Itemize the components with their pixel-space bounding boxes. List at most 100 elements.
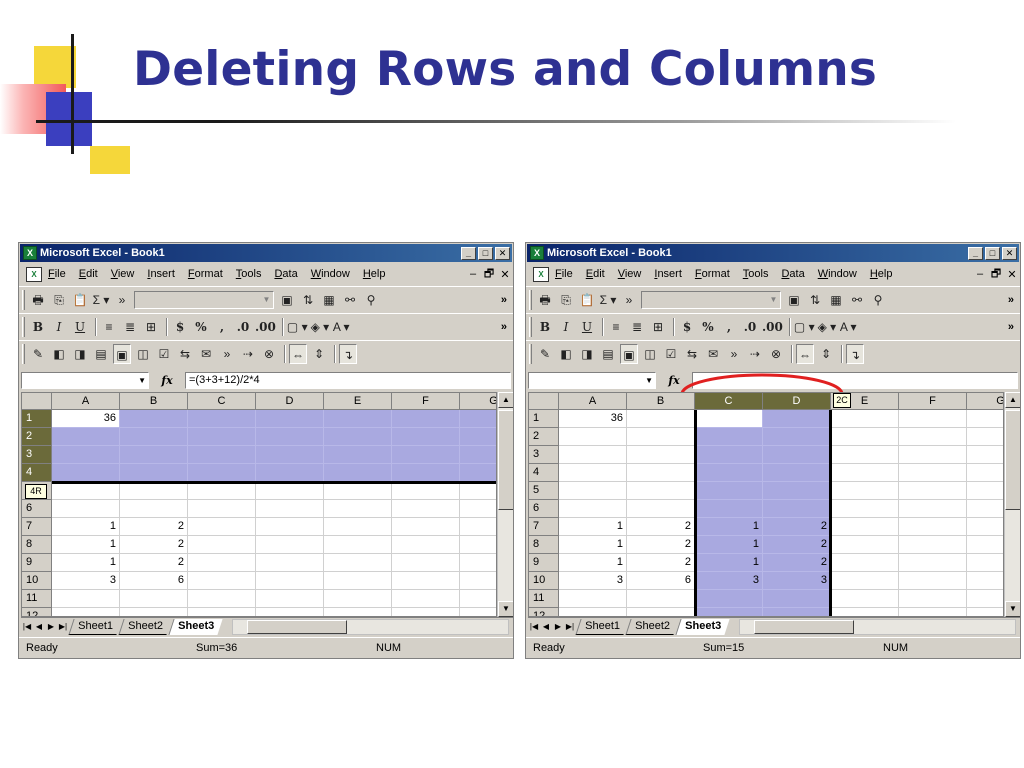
print-icon[interactable]: 🖶 [29, 290, 47, 310]
cell-g1[interactable] [460, 410, 496, 428]
cell-b1[interactable] [120, 410, 188, 428]
minimize-icon[interactable]: _ [461, 246, 476, 260]
cell-e11[interactable] [324, 590, 392, 608]
column-header-b[interactable]: B [627, 393, 695, 410]
align-center-icon[interactable]: ≣ [121, 317, 139, 337]
close-icon[interactable]: ✕ [1002, 246, 1017, 260]
chevron-down-icon[interactable]: ▼ [138, 373, 146, 388]
cell-a1[interactable]: 36 [52, 410, 120, 428]
row-header-8[interactable]: 8 [22, 536, 52, 554]
cell-a10[interactable]: 3 [559, 572, 627, 590]
row-header-9[interactable]: 9 [529, 554, 559, 572]
select-all-corner[interactable] [22, 393, 52, 410]
column-width-icon[interactable]: ⇕ [817, 344, 835, 364]
row-header-3[interactable]: 3 [22, 446, 52, 464]
cell-b2[interactable] [627, 428, 695, 446]
cell-b8[interactable]: 2 [120, 536, 188, 554]
cell-c1[interactable] [695, 410, 763, 428]
maximize-icon[interactable]: □ [478, 246, 493, 260]
cell-a7[interactable]: 1 [52, 518, 120, 536]
align-left-icon[interactable]: ≡ [607, 317, 625, 337]
cell-a5[interactable] [559, 482, 627, 500]
menu-view[interactable]: View [618, 268, 642, 280]
cell-e4[interactable] [324, 464, 392, 482]
cell-d12[interactable] [763, 608, 831, 616]
cell-f8[interactable] [392, 536, 460, 554]
prev-comment-icon[interactable]: ◧ [50, 344, 68, 364]
cell-a7[interactable]: 1 [559, 518, 627, 536]
cell-b10[interactable]: 6 [627, 572, 695, 590]
cell-b8[interactable]: 2 [627, 536, 695, 554]
row-header-4[interactable]: 4 [529, 464, 559, 482]
cell-c11[interactable] [695, 590, 763, 608]
column-header-f[interactable]: F [899, 393, 967, 410]
cell-f12[interactable] [392, 608, 460, 616]
cell-d7[interactable]: 2 [763, 518, 831, 536]
cell-d1[interactable] [256, 410, 324, 428]
cell-b12[interactable] [120, 608, 188, 616]
formula-input[interactable]: =(3+3+12)/2*4 [185, 372, 511, 389]
currency-icon[interactable]: $ [171, 317, 189, 337]
cell-b6[interactable] [120, 500, 188, 518]
row-header-4[interactable]: 4 [22, 464, 52, 482]
cell-c1[interactable] [188, 410, 256, 428]
cell-d10[interactable]: 3 [763, 572, 831, 590]
last-sheet-icon[interactable]: ▶| [57, 622, 69, 631]
cell-g12[interactable] [460, 608, 496, 616]
menu-tools[interactable]: Tools [236, 268, 262, 280]
cell-a9[interactable]: 1 [559, 554, 627, 572]
sheet-tab-sheet2[interactable]: Sheet2 [118, 618, 172, 635]
more-buttons-icon[interactable]: » [113, 290, 131, 310]
decrease-decimal-icon[interactable]: .00 [762, 317, 783, 337]
cell-d6[interactable] [256, 500, 324, 518]
cell-e6[interactable] [324, 500, 392, 518]
cell-a12[interactable] [52, 608, 120, 616]
sheet-tab-sheet1[interactable]: Sheet1 [68, 618, 122, 635]
cell-b1[interactable] [627, 410, 695, 428]
row-header-6[interactable]: 6 [529, 500, 559, 518]
grid-icon[interactable]: ▦ [827, 290, 845, 310]
cell-a5[interactable] [52, 482, 120, 500]
vertical-scrollbar[interactable]: ▲ ▼ [1004, 392, 1020, 617]
cell-b10[interactable]: 6 [120, 572, 188, 590]
cell-b11[interactable] [120, 590, 188, 608]
cell-f3[interactable] [392, 446, 460, 464]
cell-f9[interactable] [392, 554, 460, 572]
cell-b9[interactable]: 2 [627, 554, 695, 572]
cell-d2[interactable] [256, 428, 324, 446]
chart-wizard-icon[interactable]: ▣ [785, 290, 803, 310]
minimize-icon[interactable]: _ [968, 246, 983, 260]
toolbar-options-icon[interactable]: » [501, 321, 507, 333]
show-comment-icon[interactable]: ▤ [599, 344, 617, 364]
sheet-tab-sheet3[interactable]: Sheet3 [675, 618, 730, 635]
scroll-up-icon[interactable]: ▲ [1005, 392, 1020, 408]
zoom-combo[interactable]: ▼ [134, 290, 274, 309]
menu-window[interactable]: Window [311, 268, 350, 280]
row-header-7[interactable]: 7 [529, 518, 559, 536]
doc-close-icon[interactable]: ✕ [497, 268, 513, 281]
maximize-icon[interactable]: □ [985, 246, 1000, 260]
print-icon[interactable]: 🖶 [536, 290, 554, 310]
cell-c4[interactable] [695, 464, 763, 482]
cell-b11[interactable] [627, 590, 695, 608]
cell-a8[interactable]: 1 [52, 536, 120, 554]
menu-edit[interactable]: Edit [79, 268, 98, 280]
chart-wizard-icon[interactable]: ▣ [278, 290, 296, 310]
row-header-2[interactable]: 2 [529, 428, 559, 446]
vertical-scrollbar[interactable]: ▲ ▼ [497, 392, 513, 617]
autosum-icon[interactable]: Σ ▾ [92, 290, 110, 310]
scroll-down-icon[interactable]: ▼ [1005, 601, 1020, 617]
cell-e7[interactable] [324, 518, 392, 536]
menu-file[interactable]: File [555, 268, 573, 280]
grid-icon[interactable]: ▦ [320, 290, 338, 310]
cell-b3[interactable] [120, 446, 188, 464]
cell-g1[interactable] [967, 410, 1003, 428]
row-height-icon[interactable]: ⇔ [289, 343, 307, 364]
column-header-f[interactable]: F [392, 393, 460, 410]
cell-e9[interactable] [324, 554, 392, 572]
cell-b5[interactable] [120, 482, 188, 500]
update-file-icon[interactable]: ⇆ [176, 344, 194, 364]
name-box[interactable]: ▼ [21, 372, 149, 389]
cell-c10[interactable]: 3 [695, 572, 763, 590]
cell-d4[interactable] [256, 464, 324, 482]
